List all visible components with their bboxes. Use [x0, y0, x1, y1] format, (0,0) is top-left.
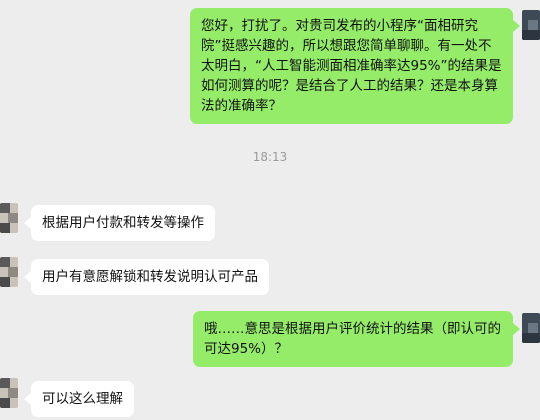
contact-avatar[interactable]: [0, 378, 18, 408]
incoming-message-bubble[interactable]: 用户有意愿解锁和转发说明认可产品: [24, 259, 269, 295]
outgoing-message-bubble[interactable]: 您好，打扰了。对贵司发布的小程序“面相研究院”挺感兴趣的，所以想跟您简单聊聊。有…: [190, 8, 520, 124]
contact-avatar[interactable]: [0, 257, 18, 287]
incoming-message-bubble[interactable]: 可以这么理解: [24, 381, 134, 417]
self-avatar[interactable]: [522, 313, 540, 343]
timestamp: 18:13: [252, 150, 288, 164]
outgoing-message-bubble[interactable]: 哦……意思是根据用户评价统计的结果（即认可的可达95%）？: [193, 311, 520, 367]
contact-avatar[interactable]: [0, 203, 18, 233]
incoming-message-bubble[interactable]: 根据用户付款和转发等操作: [24, 205, 215, 241]
self-avatar[interactable]: [522, 10, 540, 40]
